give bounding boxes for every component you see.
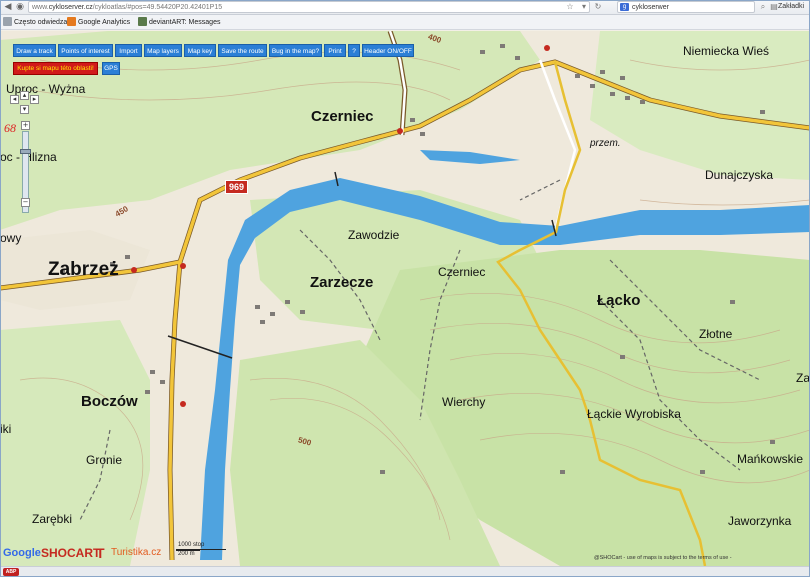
adblock-icon[interactable]: ABP (3, 568, 19, 576)
place-label: Za (796, 371, 810, 385)
dropdown-arrow-icon[interactable]: ▾ (578, 1, 590, 13)
zoom-level-text: 68 (4, 121, 16, 135)
place-label: Zarzecze (310, 274, 374, 291)
place-label: Wierchy (442, 395, 486, 409)
search-engine-icon[interactable]: g (620, 3, 629, 11)
points-of-interest-button[interactable]: Points of interest (58, 44, 113, 57)
zoom-control: ▴ ◂ ▸ ▾ 68 + − (4, 91, 39, 213)
browser-status-bar: ABP (0, 566, 810, 577)
place-label: przem. (590, 138, 621, 149)
map-canvas[interactable] (0, 31, 810, 566)
place-label: Dunajczyska (705, 168, 774, 182)
gps-button[interactable]: GPS (102, 62, 120, 75)
save-route-button[interactable]: Save the route (218, 44, 267, 57)
place-label: iki (0, 422, 12, 436)
pan-left-icon[interactable]: ◂ (10, 95, 19, 104)
place-label: owy (0, 231, 22, 245)
page-info-icon[interactable]: ◉ (14, 1, 26, 13)
bug-in-map-button[interactable]: Bug in the map? (269, 44, 322, 57)
place-label: Niemiecka Wieś (683, 44, 770, 58)
bookmarks-toolbar: Często odwiedzane Google Analytics devia… (0, 15, 810, 30)
zoom-in-button[interactable]: + (21, 121, 30, 130)
zoom-slider[interactable] (20, 149, 31, 154)
place-label: Zarębki (32, 512, 73, 526)
place-label: Czerniec (438, 265, 486, 279)
road-number-badge: 969 (225, 180, 249, 194)
scale-bar: 1000 stop 200 m (176, 542, 226, 558)
scale-bottom-label: 200 m (176, 550, 200, 558)
bookmark-item[interactable]: Google Analytics (67, 17, 130, 28)
print-button[interactable]: Print (324, 44, 346, 57)
buy-map-button[interactable]: Kupte si mapu této oblasti! (13, 62, 98, 75)
draw-track-button[interactable]: Draw a track (13, 44, 56, 57)
scale-top-label: 1000 stop (176, 542, 226, 550)
analytics-icon (67, 17, 76, 26)
folder-icon (3, 17, 12, 26)
reload-icon[interactable]: ↻ (592, 1, 604, 13)
place-label: Zawodzie (348, 228, 400, 242)
t-logo[interactable]: T (96, 545, 105, 561)
bookmarks-menu[interactable]: Zakładki (778, 1, 804, 13)
import-button[interactable]: Import (115, 44, 142, 57)
place-label: Zabrzeż (48, 259, 119, 280)
map-view[interactable]: Uproc - Wyżna oc - Hlizna owy Czerniec N… (0, 31, 810, 566)
place-label: Czerniec (311, 108, 374, 125)
map-key-button[interactable]: Map key (184, 44, 216, 57)
bookmark-star-icon[interactable]: ☆ (564, 1, 576, 13)
help-button[interactable]: ? (348, 44, 360, 57)
map-layers-button[interactable]: Map layers (144, 44, 182, 57)
place-label: Łącko (597, 292, 641, 309)
pan-down-icon[interactable]: ▾ (20, 105, 29, 114)
bookmark-item[interactable]: Często odwiedzane (3, 17, 75, 28)
pan-right-icon[interactable]: ▸ (30, 95, 39, 104)
place-label: Mańkowskie (737, 452, 804, 466)
place-label: Gronie (86, 453, 123, 467)
header-toggle-button[interactable]: Header ON/OFF (362, 44, 414, 57)
turistika-logo[interactable]: Turistika.cz (111, 547, 161, 558)
shocart-logo[interactable]: SHOCART (41, 546, 100, 560)
search-input[interactable]: g cykloserwer (617, 1, 755, 13)
url-field[interactable]: www.cykloserver.cz/cykloatlas/#pos=49.54… (28, 1, 590, 13)
place-label: Złotne (699, 327, 733, 341)
deviantart-icon (138, 17, 147, 26)
back-icon[interactable]: ◀ (2, 1, 14, 13)
map-attribution: @SHOCart - use of maps is subject to the… (594, 555, 732, 561)
google-logo[interactable]: Google (3, 547, 41, 559)
zoom-out-button[interactable]: − (21, 198, 30, 207)
pan-up-icon[interactable]: ▴ (20, 91, 29, 100)
browser-address-bar: ◀ ◉ www.cykloserver.cz/cykloatlas/#pos=4… (0, 0, 810, 15)
place-label: Łąckie Wyrobiska (587, 407, 681, 421)
bookmark-item[interactable]: deviantART: Messages (138, 17, 220, 28)
place-label: Boczów (81, 393, 138, 410)
place-label: Jaworzynka (728, 514, 792, 528)
